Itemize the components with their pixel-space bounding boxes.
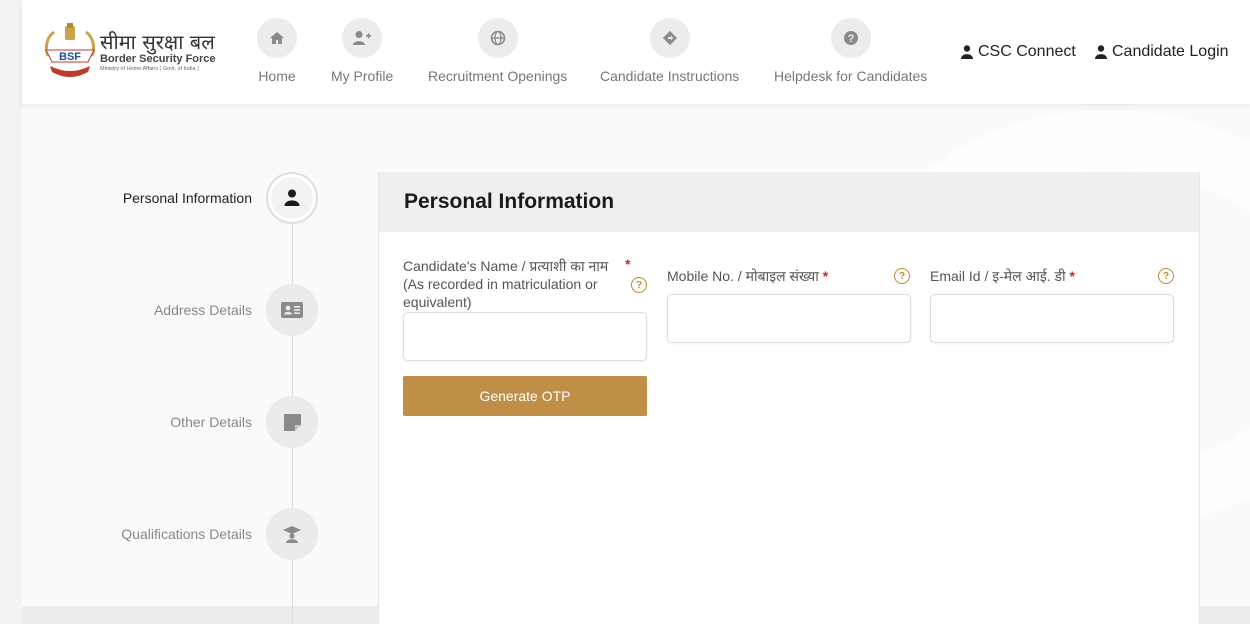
email-label-text: Email Id / इ-मेल आई. डी [930,268,1066,284]
candidate-name-note-line1: (As recorded in matriculation or [403,276,598,292]
svg-text:?: ? [847,33,854,45]
brand-hindi-name: सीमा सुरक्षा बल [100,30,215,54]
mobile-input[interactable] [667,294,911,343]
step-label-other-details[interactable]: Other Details [170,414,252,430]
step-address-details[interactable] [266,284,318,336]
note-icon [283,413,301,431]
email-label: Email Id / इ-मेल आई. डी * [930,267,1075,285]
user-icon [961,45,973,59]
nav-my-profile-label: My Profile [331,68,394,84]
candidate-name-input[interactable] [403,312,647,361]
bsf-logo[interactable]: BSF सीमा सुरक्षा बल Border Security Forc… [42,20,242,84]
help-icon[interactable]: ? [631,277,647,293]
panel-title: Personal Information [404,190,615,213]
question-circle-icon: ? [830,18,871,58]
panel-header: Personal Information [379,172,1199,232]
top-header: BSF सीमा सुरक्षा बल Border Security Forc… [22,0,1250,104]
required-asterisk: * [822,268,829,284]
id-card-icon [281,302,303,318]
candidate-name-label: Candidate's Name / प्रत्याशी का नाम [403,257,628,275]
help-icon[interactable]: ? [894,268,910,284]
nav-home-label: Home [258,68,296,84]
brand-ministry: Ministry of Home Affairs ( Govt. of Indi… [100,66,199,72]
nav-helpdesk[interactable]: ? Helpdesk for Candidates [774,18,927,84]
user-plus-icon [342,18,383,58]
nav-recruitment-openings-label: Recruitment Openings [428,68,568,84]
mobile-label: Mobile No. / मोबाइल संख्या * [667,267,828,285]
email-input[interactable] [930,294,1174,343]
help-icon[interactable]: ? [1158,268,1174,284]
directions-icon [649,18,690,58]
step-personal-information[interactable] [266,172,318,224]
csc-connect-link[interactable]: CSC Connect [961,43,1076,61]
nav-home[interactable]: Home [257,18,297,84]
candidate-name-label-text: Candidate's Name / प्रत्याशी का नाम [403,258,609,274]
step-label-address-details[interactable]: Address Details [154,302,252,318]
bsf-emblem-icon: BSF [44,23,96,77]
home-icon [257,18,297,58]
required-asterisk: * [625,256,631,272]
candidate-login-label: Candidate Login [1112,43,1229,60]
step-label-qualifications-details[interactable]: Qualifications Details [121,526,252,542]
mobile-label-text: Mobile No. / मोबाइल संख्या [667,268,819,284]
brand-english-name: Border Security Force [100,53,216,65]
step-other-details[interactable] [266,396,318,448]
csc-connect-label: CSC Connect [978,43,1076,60]
nav-helpdesk-label: Helpdesk for Candidates [774,68,928,84]
step-qualifications-details[interactable] [266,508,318,560]
required-asterisk: * [1069,268,1075,284]
user-icon [1095,45,1107,59]
step-label-personal-information[interactable]: Personal Information [123,190,252,206]
candidate-login-link[interactable]: Candidate Login [1095,43,1229,61]
generate-otp-button[interactable]: Generate OTP [403,376,647,416]
user-icon [284,189,300,206]
graduation-cap-icon [283,526,301,543]
nav-recruitment-openings[interactable]: Recruitment Openings [428,18,567,84]
globe-icon [477,18,518,58]
candidate-name-note-line2: equivalent) [403,294,472,310]
nav-candidate-instructions-label: Candidate Instructions [600,68,740,84]
nav-my-profile[interactable]: My Profile [331,18,393,84]
svg-text:BSF: BSF [59,51,81,63]
nav-candidate-instructions[interactable]: Candidate Instructions [600,18,739,84]
